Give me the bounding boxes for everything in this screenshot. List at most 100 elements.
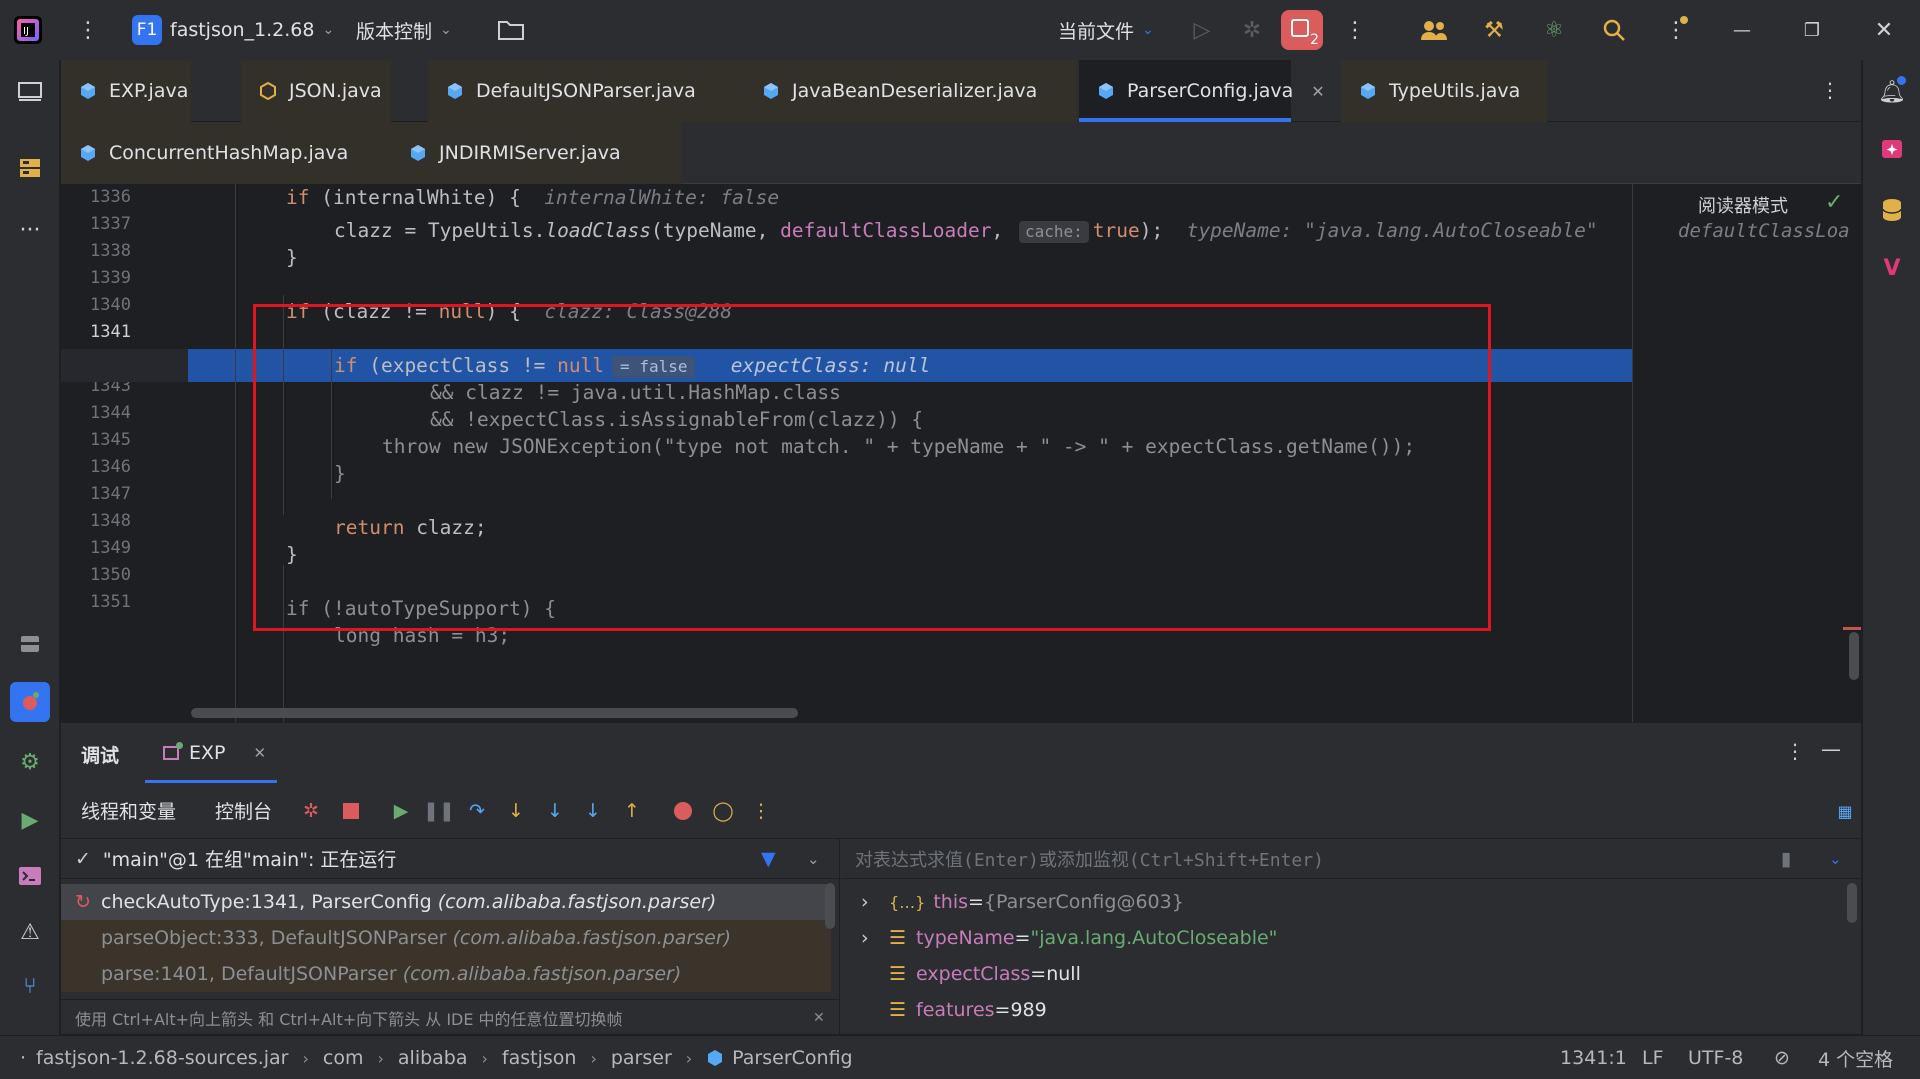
step-out-icon[interactable]: ↑ [618,797,646,825]
tabs-more-icon[interactable]: ⋮ [1820,78,1840,102]
tab-console[interactable]: 控制台 [215,797,272,824]
reader-mode-toggle[interactable]: 阅读器模式 [1698,192,1788,218]
no-inspections-icon[interactable]: ⊘ [1774,1036,1790,1079]
tab-concurrenthashmap-java[interactable]: ConcurrentHashMap.java [61,122,391,184]
caret-position[interactable]: 1341:1 [1560,1036,1627,1079]
database-icon[interactable] [10,624,50,664]
resume-icon[interactable]: ▶︎ [387,797,415,825]
line-number[interactable]: 1344 [61,403,131,423]
frames-scrollbar[interactable] [825,883,835,929]
variable-row[interactable]: › {…} this = {ParserConfig@603} [861,884,1184,920]
force-step-into-icon[interactable]: ↓ [541,797,569,825]
debug-session-tab[interactable]: EXP ✕ [145,723,277,783]
database-tool-icon[interactable] [1872,190,1912,230]
chevron-down-icon[interactable]: ⌄ [1829,850,1842,868]
step-over-icon[interactable]: ↷ [463,797,491,825]
ai-chat-icon[interactable] [1872,130,1912,170]
file-encoding[interactable]: UTF-8 [1688,1036,1743,1079]
services-gear-icon[interactable]: ⚙ [10,742,50,782]
notifications-bell-icon[interactable]: 🔔︎ [1872,72,1912,112]
view-breakpoints-icon[interactable] [669,797,697,825]
line-number[interactable]: 1339 [61,268,131,288]
close-tab-icon[interactable]: ✕ [1311,82,1324,101]
more-tools-icon[interactable]: ··· [10,210,50,250]
close-icon[interactable]: ✕ [1868,14,1900,46]
variable-row[interactable]: ☰ features = 989 [889,992,1047,1028]
tab-exp-java[interactable]: EXP.java [61,60,191,122]
step-into-icon[interactable]: ↓ [502,797,530,825]
code-with-me-icon[interactable] [1418,14,1450,46]
run-config-selector[interactable]: 当前文件 ⌄ [1058,0,1154,60]
project-selector[interactable]: F1 fastjson_1.2.68 ⌄ [132,0,334,60]
line-number[interactable]: 1336 [61,187,131,207]
breadcrumb-item[interactable]: fastjson [502,1047,577,1069]
folder-icon[interactable] [495,14,527,46]
line-number[interactable]: 1347 [61,484,131,504]
line-number[interactable]: 1341 [61,322,131,342]
evaluate-expression-input[interactable]: 对表达式求值(Enter)或添加监视(Ctrl+Shift+Enter) ▮ ⌄ [841,839,1861,879]
variable-row[interactable]: › ☰ typeName = "java.lang.AutoCloseable" [861,920,1277,956]
ai-assistant-icon[interactable]: ⚛ [1538,14,1570,46]
close-hint-icon[interactable]: ✕ [813,1010,825,1026]
line-number[interactable]: 1345 [61,430,131,450]
breadcrumb-item[interactable]: fastjson-1.2.68-sources.jar [36,1047,288,1069]
tab-json-java[interactable]: JSON.java [241,60,391,122]
mute-breakpoints-icon[interactable]: ◯ [709,797,737,825]
smart-step-into-icon[interactable]: ↓ [579,797,607,825]
indent-setting[interactable]: 4 个空格 [1818,1036,1893,1079]
structure-icon[interactable] [10,148,50,188]
tab-jndirmiserver-java[interactable]: JNDIRMIServer.java [391,122,681,184]
horizontal-scrollbar[interactable] [191,708,798,718]
problems-icon[interactable]: ⚠ [10,912,50,952]
run-icon[interactable]: ▷ [1186,14,1218,46]
restore-icon[interactable]: ❐ [1796,14,1828,46]
stack-frame[interactable]: ↻ checkAutoType:1341, ParserConfig (com.… [61,884,831,920]
vue-plugin-icon[interactable]: V [1872,248,1912,288]
project-view-icon[interactable] [10,72,50,112]
debug-options-icon[interactable]: ⋮ [1785,739,1805,763]
line-number[interactable]: 1350 [61,565,131,585]
hide-panel-icon[interactable]: — [1821,737,1841,761]
line-number[interactable]: 1349 [61,538,131,558]
stop-debug-icon[interactable] [337,797,365,825]
build-tools-icon[interactable]: ⚒ [1478,14,1510,46]
line-gutter[interactable]: 1336133713381339134013411342134313441345… [61,184,188,722]
line-number[interactable]: 1340 [61,295,131,315]
stack-frame[interactable]: parse:1401, DefaultJSONParser (com.aliba… [61,956,831,992]
more-debug-actions-icon[interactable]: ⋮ [747,797,775,825]
breadcrumb-item[interactable]: com [323,1047,364,1069]
expand-arrow-icon[interactable]: › [861,927,889,949]
run-tool-icon[interactable]: ▶ [10,800,50,840]
vcs-menu[interactable]: 版本控制 ⌄ [356,0,452,60]
variables-scrollbar[interactable] [1847,883,1857,923]
tab-defaultjsonparser-java[interactable]: DefaultJSONParser.java [428,60,744,122]
debug-bug-icon[interactable]: ✲ [1236,14,1268,46]
tab-threads-variables[interactable]: 线程和变量 [81,797,176,824]
debug-tool-icon[interactable] [10,682,50,722]
variable-row[interactable]: ☰ expectClass = null [889,956,1081,992]
line-number[interactable]: 1351 [61,592,131,612]
close-session-icon[interactable]: ✕ [253,744,266,762]
vertical-scrollbar[interactable] [1849,632,1859,680]
pause-icon[interactable]: ❚❚ [423,797,455,825]
stack-frame[interactable]: parseObject:333, DefaultJSONParser (com.… [61,920,831,956]
minimize-icon[interactable]: — [1726,14,1758,46]
line-number[interactable]: 1348 [61,511,131,531]
tab-javabeandeserializer-java[interactable]: JavaBeanDeserializer.java [744,60,1077,122]
app-logo[interactable]: IJ [14,0,42,60]
git-branch-icon[interactable]: ⑂ [10,966,50,1006]
rerun-debug-icon[interactable]: ✲ [297,797,325,825]
breadcrumb-item[interactable]: parser [611,1047,672,1069]
breadcrumb-item[interactable]: alibaba [398,1047,468,1069]
search-icon[interactable] [1598,14,1630,46]
chevron-down-icon[interactable]: ⌄ [807,850,820,868]
stop-button[interactable]: 2 [1281,10,1323,50]
line-number[interactable]: 1337 [61,214,131,234]
expand-arrow-icon[interactable]: › [861,891,889,913]
line-number[interactable]: 1338 [61,241,131,261]
filter-icon[interactable]: ▼ [761,848,776,870]
line-number[interactable]: 1346 [61,457,131,477]
main-menu-icon[interactable]: ⋮ [72,14,104,46]
thread-selector[interactable]: ✓ "main"@1 在组"main": 正在运行 ▼ ⌄ [61,839,840,879]
tab-typeutils-java[interactable]: TypeUtils.java [1341,60,1547,122]
